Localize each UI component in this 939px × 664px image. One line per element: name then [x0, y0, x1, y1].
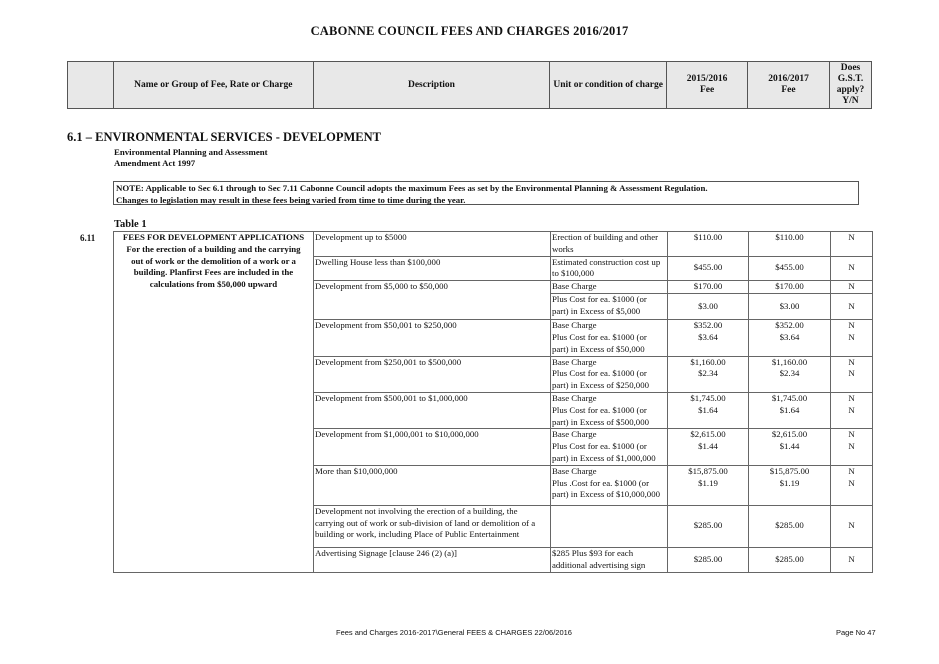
row-fee-curr: $352.00 $3.64: [748, 319, 831, 357]
row-description: Development from $5,000 to $50,000: [313, 280, 551, 321]
header-description: Description: [312, 61, 551, 109]
header-name: Name or Group of Fee, Rate or Charge: [112, 61, 314, 109]
row-gst: NN: [830, 319, 873, 357]
header-unit: Unit or condition of charge: [549, 61, 668, 109]
row-gst: N: [830, 231, 873, 257]
row-fee-curr: $1,160.00 $2.34: [748, 355, 831, 393]
fee-group-line: For the erection of a building and the c…: [126, 243, 301, 254]
row-unit: Base Charge Plus .Cost for ea. $1000 (or p…: [550, 464, 668, 506]
row-unit: Erection of building and other works: [550, 231, 668, 257]
row-unit: $285 Plus $93 for each additional adverti…: [550, 546, 668, 573]
row-fee-prev: $285.00: [667, 504, 749, 548]
section-title: 6.1 – ENVIRONMENTAL SERVICES - DEVELOPME…: [67, 130, 381, 144]
section-subtitle-1: Environmental Planning and Assessment: [114, 147, 268, 157]
fee-group-line: out of work or the demolition of a work …: [131, 255, 296, 266]
section-subtitle-2: Amendment Act 1997: [114, 158, 196, 168]
note-line-1: NOTE: Applicable to Sec 6.1 through to S…: [116, 183, 708, 193]
row-gst: N: [830, 255, 873, 282]
fee-group-cell: FEES FOR DEVELOPMENT APPLICATIONS For th…: [113, 231, 314, 573]
row-gst: N: [830, 280, 873, 295]
note-line-2: Changes to legislation may result in the…: [116, 195, 466, 205]
row-unit: Estimated construction cost up to $100,00…: [550, 255, 668, 282]
row-unit: Base Charge Plus Cost for ea. $1000 (or pa…: [550, 391, 668, 430]
row-description: More than $10,000,000: [313, 464, 551, 506]
row-fee-curr: $285.00: [748, 504, 831, 548]
row-fee-prev: $1,745.00 $1.64: [667, 391, 749, 430]
table-row: FEES FOR DEVELOPMENT APPLICATIONS For th…: [113, 231, 873, 573]
row-description: Development from $250,001 to $500,000: [313, 355, 551, 393]
header-gst: Does G.S.T. apply? Y/N: [828, 61, 873, 109]
section-number: 6.11: [80, 233, 96, 243]
row-unit: Plus Cost for ea. $1000 (or part) in Exce…: [550, 293, 668, 321]
row-description: Development from $50,001 to $250,000: [313, 319, 551, 357]
header-fee-curr: 2016/2017 Fee: [747, 61, 830, 109]
fee-group-line: building. Planfirst Fees are included in…: [133, 267, 294, 278]
row-fee-prev: $2,615.00 $1.44: [667, 428, 749, 466]
footer-document-path: Fees and Charges 2016-2017\General FEES …: [336, 628, 572, 637]
row-description: Dwelling House less than $100,000: [313, 255, 551, 282]
row-fee-prev: $285.00: [667, 546, 749, 573]
header-fee-prev: 2015/2016 Fee: [666, 61, 749, 109]
row-fee-curr: $285.00: [748, 546, 831, 573]
row-fee-curr: $110.00: [748, 231, 831, 257]
row-fee-prev: $3.00: [667, 293, 749, 321]
row-fee-curr: $3.00: [748, 293, 831, 321]
row-fee-prev: $110.00: [667, 231, 749, 257]
fee-group-line: calculations from $50,000 upward: [149, 279, 278, 290]
row-description: Advertising Signage [clause 246 (2) (a)]: [313, 546, 551, 573]
row-fee-prev: $15,875.00 $1.19: [667, 464, 749, 506]
row-gst: N: [830, 504, 873, 548]
row-description: Development not involving the erection o…: [313, 504, 551, 548]
row-fee-curr: $15,875.00 $1.19: [748, 464, 831, 506]
row-fee-curr: $170.00: [748, 280, 831, 295]
row-unit: Base Charge Plus Cost for ea. $1000 (or pa…: [550, 428, 668, 466]
row-fee-curr: $455.00: [748, 255, 831, 282]
row-unit: Base Charge Plus Cost for ea. $1000 (or pa…: [550, 319, 668, 357]
fee-table: FEES FOR DEVELOPMENT APPLICATIONS For th…: [113, 231, 873, 573]
column-header-table: Name or Group of Fee, Rate or Charge Des…: [67, 61, 873, 109]
row-fee-curr: $1,745.00 $1.64: [748, 391, 831, 430]
row-gst: NN: [830, 391, 873, 430]
row-gst: N: [830, 546, 873, 573]
fee-group-title: FEES FOR DEVELOPMENT APPLICATIONS: [122, 232, 305, 242]
row-fee-prev: $455.00: [667, 255, 749, 282]
row-unit: Base Charge Plus Cost for ea. $1000 (or pa…: [550, 355, 668, 393]
page-title: CABONNE COUNCIL FEES AND CHARGES 2016/20…: [310, 24, 629, 38]
row-description: Development up to $5000: [313, 231, 551, 257]
footer-page-number: Page No 47: [836, 628, 876, 637]
row-gst: NN: [830, 464, 873, 506]
row-fee-prev: $170.00: [667, 280, 749, 295]
row-fee-curr: $2,615.00 $1.44: [748, 428, 831, 466]
header-blank-cell: [67, 61, 114, 109]
row-gst: NN: [830, 428, 873, 466]
table-label: Table 1: [114, 219, 147, 230]
row-fee-prev: $352.00 $3.64: [667, 319, 749, 357]
note-box: NOTE: Applicable to Sec 6.1 through to S…: [113, 181, 859, 205]
row-gst: NN: [830, 355, 873, 393]
row-description: Development from $1,000,001 to $10,000,0…: [313, 428, 551, 466]
row-fee-prev: $1,160.00 $2.34: [667, 355, 749, 393]
row-description: Development from $500,001 to $1,000,000: [313, 391, 551, 430]
row-unit: Base Charge: [550, 280, 668, 295]
row-unit: [550, 504, 668, 548]
row-gst: N: [830, 293, 873, 321]
